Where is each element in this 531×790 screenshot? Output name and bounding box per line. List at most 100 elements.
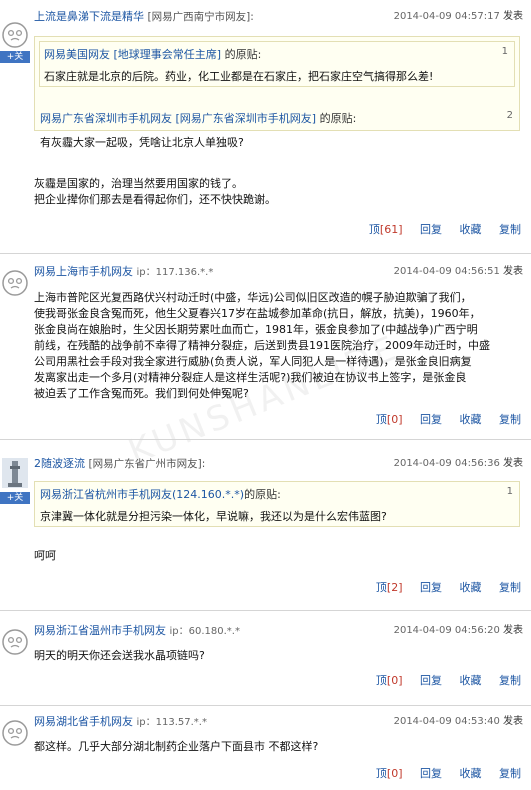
collect-button[interactable]: 收藏 — [460, 674, 482, 687]
avatar[interactable] — [0, 268, 30, 298]
user-location: [网易广东省广州市网友]: — [88, 458, 206, 470]
body-line: 使我哥张金良含冤而死，他生父夏春兴17岁在盐城参加革命(抗日，解放，抗美)，19… — [34, 307, 481, 320]
username-link[interactable]: 上流是鼻涕下流是精华 — [34, 10, 144, 23]
post-time: 2014-04-09 04:56:51 — [393, 266, 500, 277]
reply-button[interactable]: 回复 — [420, 674, 442, 687]
reply-button[interactable]: 回复 — [420, 581, 442, 594]
quote-text: 京津冀一体化就是分担污染一体化，早说嘛，我还以为是什么宏伟蓝图? — [40, 510, 387, 523]
copy-button[interactable]: 复制 — [499, 674, 521, 687]
quote-text: 有灰霾大家一起吸，凭啥让北京人单独吸? — [40, 136, 244, 149]
reply-button[interactable]: 回复 — [420, 767, 442, 780]
body-line: 发离家出走一个多月(对精神分裂症人是这样生活呢?)我们被迫在协议书上签字，是张金… — [34, 371, 467, 384]
user-ip: ip：117.136.*.* — [136, 267, 214, 278]
upvote-count: [0] — [386, 674, 403, 687]
upvote-label: 顶 — [368, 223, 380, 236]
publish-label: 发表 — [503, 266, 523, 277]
upvote-label: 顶 — [375, 767, 387, 780]
copy-button[interactable]: 复制 — [499, 223, 521, 236]
collect-button[interactable]: 收藏 — [460, 223, 482, 236]
collect-button[interactable]: 收藏 — [460, 767, 482, 780]
quote-block: 网易浙江省杭州市手机网友(124.160.*.*)的原贴: 1 京津冀一体化就是… — [34, 481, 520, 527]
collect-button[interactable]: 收藏 — [460, 581, 482, 594]
post-time: 2014-04-09 04:56:20 — [393, 625, 500, 636]
publish-label: 发表 — [503, 716, 523, 727]
tower-avatar-icon — [2, 458, 28, 488]
body-line: 张金良尚在娘胎时，生父因长期劳累吐血而亡，1981年，張金良参加了(中越战争)广… — [34, 323, 478, 336]
user-location: [网易广西南宁市网友]: — [147, 11, 254, 23]
post-body: 上海市普陀区光复西路伏兴村动迁时(中盛，华远)公司似旧区改造的幌子胁迫欺骗了我们… — [34, 290, 518, 402]
username-link[interactable]: 网易浙江省温州市手机网友 — [34, 624, 166, 637]
collect-button[interactable]: 收藏 — [460, 413, 482, 426]
post-actions: 顶[61] 回复 收藏 复制 — [341, 222, 521, 238]
post-time: 2014-04-09 04:53:40 — [393, 716, 500, 727]
publish-label: 发表 — [503, 625, 523, 636]
upvote-button[interactable]: 顶[0] — [362, 674, 403, 687]
quote-suffix: 的原贴: — [244, 488, 281, 501]
post-body: 都这样。几乎大部分湖北制药企业落户下面县市 不都这样? — [34, 739, 518, 755]
upvote-label: 顶 — [375, 413, 387, 426]
post-header: 网易湖北省手机网友 ip：113.57.*.* 2014-04-09 04:53… — [34, 714, 523, 730]
body-line: 都这样。几乎大部分湖北制药企业落户下面县市 不都这样? — [34, 740, 319, 753]
nested-quote-block: 网易美国网友 [地球理事会常任主席] 的原贴: 1 石家庄就是北京的后院。药业，… — [39, 41, 515, 87]
post-header: 2随波逐流 [网易广东省广州市网友]: 2014-04-09 04:56:36 … — [34, 456, 523, 472]
upvote-count: [0] — [386, 413, 403, 426]
default-avatar-icon — [2, 629, 28, 655]
quote-floor-number: 1 — [501, 46, 508, 57]
body-line: 公司用黑社会手段对我全家进行威胁(负责人说，军人同犯人是一样待遇)，是张金良旧病… — [34, 355, 472, 368]
comment-post: 网易湖北省手机网友 ip：113.57.*.* 2014-04-09 04:53… — [0, 705, 531, 790]
upvote-label: 顶 — [375, 581, 387, 594]
upvote-count: [61] — [379, 223, 403, 236]
post-header: 网易浙江省温州市手机网友 ip：60.180.*.* 2014-04-09 04… — [34, 623, 523, 639]
body-line: 灰霾是国家的，治理当然要用国家的钱了。 — [34, 177, 243, 190]
body-line: 把企业撵你们那去是看得起你们，还不快快跪谢。 — [34, 193, 276, 206]
default-avatar-icon — [2, 22, 28, 48]
publish-label: 发表 — [503, 11, 523, 22]
upvote-button[interactable]: 顶[0] — [362, 767, 403, 780]
comment-post: 网易浙江省温州市手机网友 ip：60.180.*.* 2014-04-09 04… — [0, 610, 531, 706]
copy-button[interactable]: 复制 — [499, 413, 521, 426]
upvote-button[interactable]: 顶[0] — [362, 413, 403, 426]
quote-title: 网易美国网友 [地球理事会常任主席] 的原贴: — [44, 46, 261, 62]
copy-button[interactable]: 复制 — [499, 767, 521, 780]
upvote-label: 顶 — [375, 674, 387, 687]
quote-user-link[interactable]: 网易广东省深圳市手机网友 [网易广东省深圳市手机网友] — [40, 112, 316, 125]
body-line: 上海市普陀区光复西路伏兴村动迁时(中盛，华远)公司似旧区改造的幌子胁迫欺骗了我们… — [34, 291, 472, 304]
post-meta: 2014-04-09 04:56:36 发表 — [394, 456, 523, 472]
body-line: 呵呵 — [34, 549, 56, 562]
user-ip: ip：113.57.*.* — [136, 717, 207, 728]
quote-text: 石家庄就是北京的后院。药业，化工业都是在石家庄，把石家庄空气搞得那么差! — [44, 70, 434, 83]
post-meta: 2014-04-09 04:56:51 发表 — [394, 264, 523, 280]
copy-button[interactable]: 复制 — [499, 581, 521, 594]
quote-title: 网易浙江省杭州市手机网友(124.160.*.*)的原贴: — [40, 486, 281, 502]
upvote-button[interactable]: 顶[2] — [362, 581, 403, 594]
post-actions: 顶[2] 回复 收藏 复制 — [348, 580, 521, 596]
follow-button[interactable]: +关 — [0, 51, 30, 63]
post-meta: 2014-04-09 04:56:20 发表 — [394, 623, 523, 639]
avatar[interactable] — [0, 20, 30, 50]
quote-user-link[interactable]: 网易美国网友 [地球理事会常任主席] — [44, 48, 221, 61]
quote-user-link[interactable]: 网易浙江省杭州市手机网友(124.160.*.*) — [40, 488, 244, 501]
avatar[interactable] — [0, 458, 30, 488]
comment-post: 网易上海市手机网友 ip：117.136.*.* 2014-04-09 04:5… — [0, 253, 531, 440]
post-header: 网易上海市手机网友 ip：117.136.*.* 2014-04-09 04:5… — [34, 264, 523, 280]
user-ip: ip：60.180.*.* — [169, 626, 240, 637]
reply-button[interactable]: 回复 — [420, 413, 442, 426]
comment-post: +关 2随波逐流 [网易广东省广州市网友]: 2014-04-09 04:56:… — [0, 439, 531, 611]
post-meta: 2014-04-09 04:53:40 发表 — [394, 714, 523, 730]
post-header: 上流是鼻涕下流是精华 [网易广西南宁市网友]: 2014-04-09 04:57… — [34, 9, 523, 25]
post-time: 2014-04-09 04:56:36 — [393, 458, 500, 469]
post-time: 2014-04-09 04:57:17 — [393, 11, 500, 22]
post-actions: 顶[0] 回复 收藏 复制 — [348, 412, 521, 428]
avatar[interactable] — [0, 718, 30, 748]
follow-button[interactable]: +关 — [0, 492, 30, 504]
post-body: 呵呵 — [34, 548, 518, 564]
username-link[interactable]: 2随波逐流 — [34, 457, 85, 470]
post-actions: 顶[0] 回复 收藏 复制 — [348, 673, 521, 689]
reply-button[interactable]: 回复 — [420, 223, 442, 236]
quote-block: 网易美国网友 [地球理事会常任主席] 的原贴: 1 石家庄就是北京的后院。药业，… — [34, 36, 520, 131]
quote-title: 网易广东省深圳市手机网友 [网易广东省深圳市手机网友] 的原贴: — [40, 110, 356, 126]
username-link[interactable]: 网易上海市手机网友 — [34, 265, 133, 278]
upvote-button[interactable]: 顶[61] — [355, 223, 403, 236]
username-link[interactable]: 网易湖北省手机网友 — [34, 715, 133, 728]
avatar[interactable] — [0, 627, 30, 657]
